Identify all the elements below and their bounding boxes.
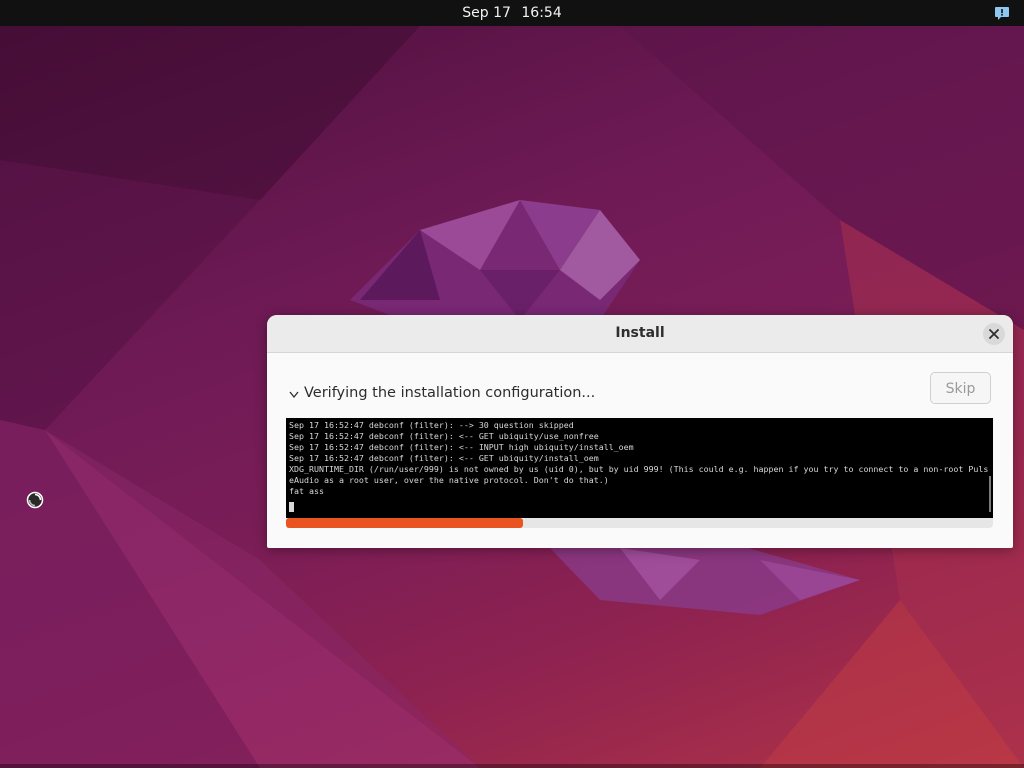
install-progress-fill xyxy=(286,518,523,528)
install-log-terminal[interactable]: Sep 17 16:52:47 debconf (filter): --> 30… xyxy=(286,418,993,518)
clock-time: 16:54 xyxy=(521,5,562,21)
log-line: Sep 17 16:52:47 debconf (filter): <-- GE… xyxy=(289,453,599,463)
window-titlebar[interactable]: Install xyxy=(267,315,1013,353)
window-title: Install xyxy=(615,325,665,341)
log-line: XDG_RUNTIME_DIR (/run/user/999) is not o… xyxy=(289,464,989,474)
clock[interactable]: Sep 17 16:54 xyxy=(0,0,1024,26)
install-window: Install Verifying the installation confi… xyxy=(267,315,1013,548)
loading-cursor-icon xyxy=(26,491,44,509)
clock-date: Sep 17 xyxy=(462,5,511,21)
close-button[interactable] xyxy=(983,323,1005,345)
log-line: Sep 17 16:52:47 debconf (filter): <-- IN… xyxy=(289,442,634,452)
chevron-down-icon xyxy=(289,391,299,399)
log-line: Sep 17 16:52:47 debconf (filter): --> 30… xyxy=(289,420,574,430)
install-progress-bar xyxy=(286,518,993,528)
desktop: Sep 17 16:54 Install Verifying the insta… xyxy=(0,0,1024,768)
terminal-scrollbar[interactable] xyxy=(989,476,991,512)
terminal-cursor xyxy=(289,502,294,512)
close-icon xyxy=(989,329,999,339)
skip-button[interactable]: Skip xyxy=(930,372,991,404)
notification-bubble-icon[interactable] xyxy=(994,5,1010,21)
log-line: Sep 17 16:52:47 debconf (filter): <-- GE… xyxy=(289,431,599,441)
step-expander[interactable]: Verifying the installation configuration… xyxy=(287,381,595,405)
top-bar: Sep 17 16:54 xyxy=(0,0,1024,26)
screen-bottom-edge xyxy=(0,764,1024,768)
log-line: fat ass xyxy=(289,486,324,496)
log-line: eAudio as a root user, over the native p… xyxy=(289,475,609,485)
step-status-label: Verifying the installation configuration… xyxy=(304,385,596,401)
